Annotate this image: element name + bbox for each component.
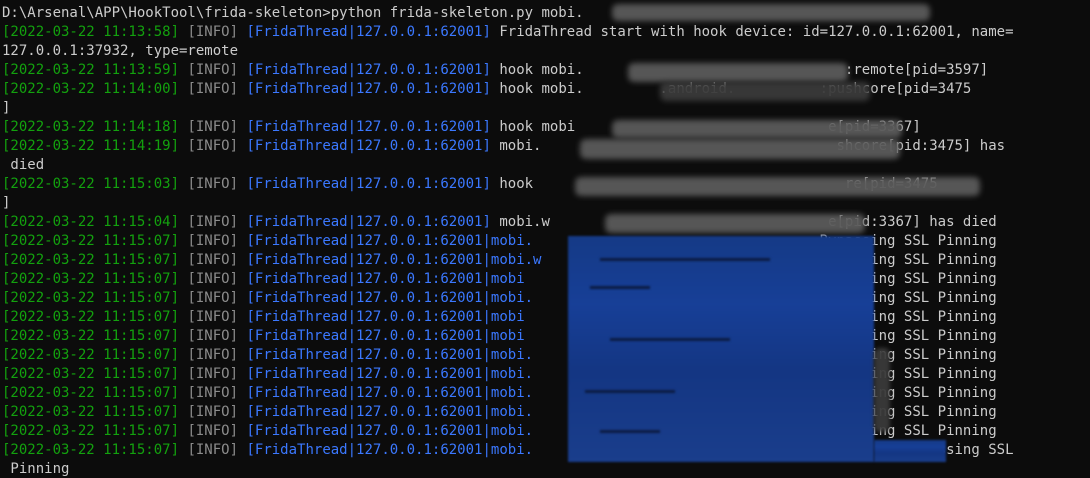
log-timestamp: [2022-03-22 11:15:04] [2,214,180,230]
log-timestamp: [2022-03-22 11:14:19] [2,138,180,154]
log-timestamp: [2022-03-22 11:13:58] [2,24,180,40]
log-timestamp: [2022-03-22 11:15:07] [2,347,180,363]
log-level: [INFO] [187,176,239,192]
log-line: [2022-03-22 11:13:58] [INFO] [FridaThrea… [2,23,1014,42]
log-level: [INFO] [187,62,239,78]
log-level: [INFO] [187,81,239,97]
log-level: [INFO] [187,404,239,420]
log-level: [INFO] [187,290,239,306]
log-thread: [FridaThread|127.0.0.1:62001] [246,138,491,154]
log-line-continuation: ] [2,99,10,118]
log-timestamp: [2022-03-22 11:14:00] [2,81,180,97]
log-message: 127.0.0.1:37932, type=remote [2,43,239,59]
log-level: [INFO] [187,271,239,287]
log-timestamp: [2022-03-22 11:15:07] [2,233,180,249]
log-line-continuation: died [2,156,44,175]
log-timestamp: [2022-03-22 11:15:07] [2,271,180,287]
log-timestamp: [2022-03-22 11:15:07] [2,366,180,382]
log-thread: [FridaThread|127.0.0.1:62001|mobi.w [246,252,542,268]
log-level: [INFO] [187,252,239,268]
log-line-continuation: Pinning [2,460,69,478]
command-text: D:\Arsenal\APP\HookTool\frida-skeleton>p… [2,5,584,21]
log-message: ] [2,100,11,116]
log-level: [INFO] [187,214,239,230]
log-timestamp: [2022-03-22 11:15:07] [2,309,180,325]
log-thread: [FridaThread|127.0.0.1:62001|mobi. [246,347,534,363]
log-message: ] [2,195,11,211]
log-thread: [FridaThread|127.0.0.1:62001|mobi [246,309,525,325]
log-message: died [2,157,45,173]
log-thread: [FridaThread|127.0.0.1:62001] [246,62,491,78]
log-thread: [FridaThread|127.0.0.1:62001|mobi. [246,442,534,458]
log-level: [INFO] [187,119,239,135]
log-thread: [FridaThread|127.0.0.1:62001] [246,119,491,135]
log-thread: [FridaThread|127.0.0.1:62001|mobi. [246,404,534,420]
log-message: FridaThread start with hook device: id=1… [499,24,1014,40]
log-timestamp: [2022-03-22 11:15:07] [2,404,180,420]
log-line-continuation: ] [2,194,10,213]
log-timestamp: [2022-03-22 11:15:07] [2,385,180,401]
log-level: [INFO] [187,233,239,249]
log-level: [INFO] [187,328,239,344]
command-prompt-line: D:\Arsenal\APP\HookTool\frida-skeleton>p… [2,4,584,23]
log-thread: [FridaThread|127.0.0.1:62001] [246,81,491,97]
log-timestamp: [2022-03-22 11:15:07] [2,328,180,344]
log-level: [INFO] [187,366,239,382]
log-thread: [FridaThread|127.0.0.1:62001] [246,24,491,40]
log-timestamp: [2022-03-22 11:15:07] [2,290,180,306]
log-timestamp: [2022-03-22 11:15:07] [2,423,180,439]
log-level: [INFO] [187,347,239,363]
log-timestamp: [2022-03-22 11:15:07] [2,442,180,458]
log-level: [INFO] [187,24,239,40]
log-level: [INFO] [187,442,239,458]
log-thread: [FridaThread|127.0.0.1:62001] [246,214,491,230]
log-level: [INFO] [187,385,239,401]
log-level: [INFO] [187,309,239,325]
log-message: Pinning [2,461,70,477]
log-thread: [FridaThread|127.0.0.1:62001|mobi. [246,233,534,249]
log-timestamp: [2022-03-22 11:14:18] [2,119,180,135]
log-thread: [FridaThread|127.0.0.1:62001|mobi. [246,366,534,382]
log-timestamp: [2022-03-22 11:15:03] [2,176,180,192]
log-thread: [FridaThread|127.0.0.1:62001|mobi. [246,423,534,439]
log-thread: [FridaThread|127.0.0.1:62001|mobi [246,328,525,344]
log-timestamp: [2022-03-22 11:15:07] [2,252,180,268]
log-thread: [FridaThread|127.0.0.1:62001|mobi. [246,290,534,306]
log-level: [INFO] [187,423,239,439]
log-timestamp: [2022-03-22 11:13:59] [2,62,180,78]
log-line-continuation: 127.0.0.1:37932, type=remote [2,42,238,61]
log-thread: [FridaThread|127.0.0.1:62001] [246,176,491,192]
log-thread: [FridaThread|127.0.0.1:62001|mobi. [246,385,534,401]
log-level: [INFO] [187,138,239,154]
log-thread: [FridaThread|127.0.0.1:62001|mobi [246,271,525,287]
terminal-window[interactable]: D:\Arsenal\APP\HookTool\frida-skeleton>p… [0,0,1090,478]
